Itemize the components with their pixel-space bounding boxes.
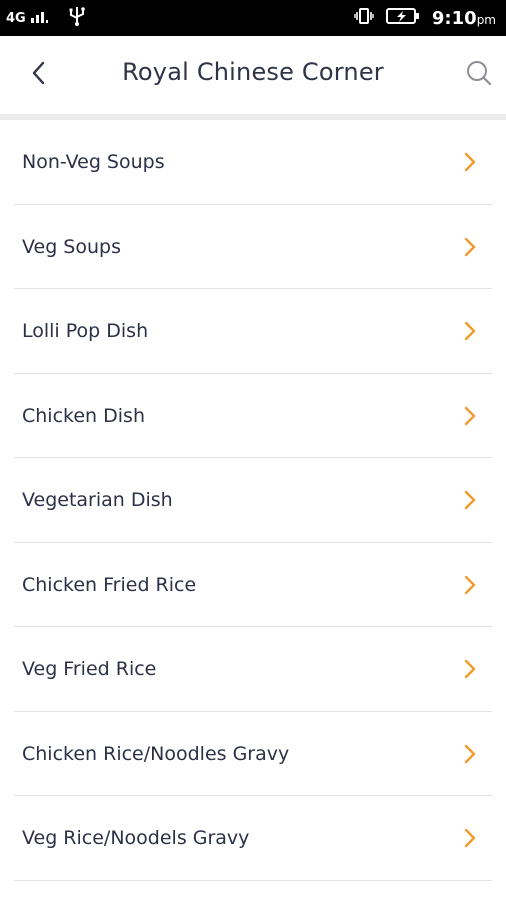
chevron-right-icon bbox=[462, 236, 478, 258]
list-item-chicken-dish[interactable]: Chicken Dish bbox=[0, 374, 506, 458]
vibrate-icon bbox=[354, 6, 374, 30]
list-item-label: Lolli Pop Dish bbox=[22, 320, 149, 343]
row-divider bbox=[14, 879, 492, 881]
list-item-label: Veg Fried Rice bbox=[22, 658, 157, 681]
list-item-veg-soups[interactable]: Veg Soups bbox=[0, 205, 506, 289]
list-item-label: Veg Rice/Noodels Gravy bbox=[22, 827, 250, 850]
page-title: Royal Chinese Corner bbox=[122, 58, 384, 86]
list-item-veg-rice-noodels-gravy[interactable]: Veg Rice/Noodels Gravy bbox=[0, 796, 506, 881]
chevron-right-icon bbox=[462, 320, 478, 342]
chevron-right-icon bbox=[462, 574, 478, 596]
app-bar: Royal Chinese Corner bbox=[0, 36, 506, 114]
chevron-right-icon bbox=[462, 658, 478, 680]
list-item-label: Chicken Fried Rice bbox=[22, 573, 197, 596]
list-item-label: Vegetarian Dish bbox=[22, 489, 173, 512]
list-item-label: Non-Veg Soups bbox=[22, 151, 165, 174]
search-button[interactable] bbox=[462, 58, 496, 92]
chevron-right-icon bbox=[462, 151, 478, 173]
list-item-vegetarian-dish[interactable]: Vegetarian Dish bbox=[0, 458, 506, 543]
list-item-chicken-rice-noodles-gravy[interactable]: Chicken Rice/Noodles Gravy bbox=[0, 712, 506, 796]
chevron-right-icon bbox=[462, 405, 478, 427]
signal-icon bbox=[30, 8, 50, 28]
clock-time: 9:10 bbox=[431, 7, 477, 29]
battery-charging-icon bbox=[385, 7, 420, 29]
status-bar-right: 9:10pm bbox=[354, 5, 496, 31]
clock: 9:10pm bbox=[432, 8, 496, 29]
chevron-right-icon bbox=[462, 489, 478, 511]
usb-icon bbox=[68, 5, 86, 31]
status-bar: 4G 9:10pm bbox=[0, 0, 506, 36]
chevron-right-icon bbox=[462, 743, 478, 765]
list-item-non-veg-soups[interactable]: Non-Veg Soups bbox=[0, 120, 506, 205]
list-item-chicken-fried-rice[interactable]: Chicken Fried Rice bbox=[0, 543, 506, 627]
list-item-label: Veg Soups bbox=[22, 235, 121, 258]
clock-ampm: pm bbox=[476, 12, 496, 27]
network-type-label: 4G bbox=[6, 10, 26, 26]
status-bar-left: 4G bbox=[6, 5, 86, 31]
list-item-label: Chicken Rice/Noodles Gravy bbox=[22, 742, 290, 765]
search-icon bbox=[465, 59, 493, 91]
list-item-veg-fried-rice[interactable]: Veg Fried Rice bbox=[0, 627, 506, 712]
chevron-right-icon bbox=[462, 827, 478, 849]
list-item-lolli-pop-dish[interactable]: Lolli Pop Dish bbox=[0, 289, 506, 374]
category-list: Non-Veg Soups Veg Soups Lolli Pop Dish C… bbox=[0, 120, 506, 881]
list-item-label: Chicken Dish bbox=[22, 404, 145, 427]
